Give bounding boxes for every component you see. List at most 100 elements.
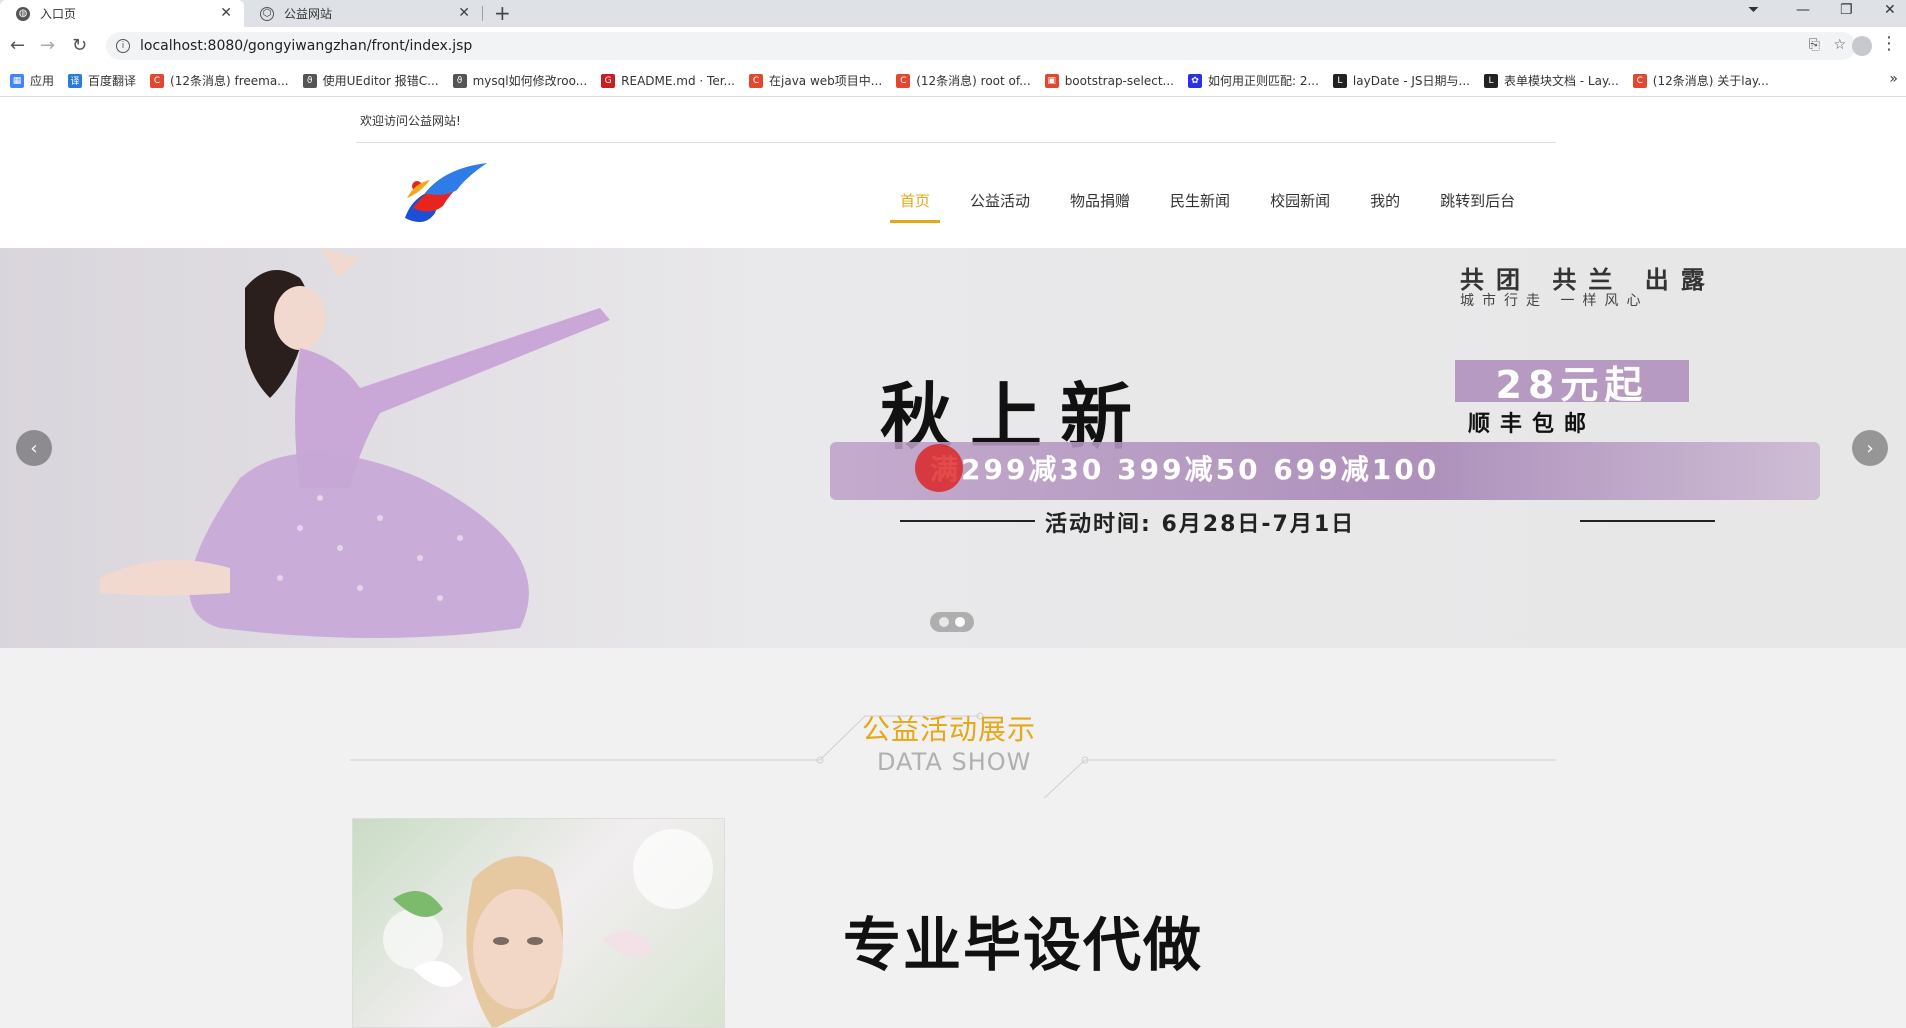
bookmark-label: 如何用正则匹配: 2... xyxy=(1207,74,1319,88)
tab-site[interactable]: ⬡ 公益网站 ✕ xyxy=(244,0,482,27)
activity-section: 公益活动展示 DATA SHOW 专业毕设代做 xyxy=(0,648,1906,1028)
bookmarks-overflow-icon[interactable]: » xyxy=(1889,71,1898,87)
page-content: 欢迎访问公益网站! 首页 公益活动 物品捐赠 民生新闻 校园新闻 我的 跳转到后台 共团 共… xyxy=(0,98,1906,1028)
star-icon[interactable]: ☆ xyxy=(1833,37,1846,53)
doc-icon: ▣ xyxy=(1044,73,1059,88)
site-logo[interactable] xyxy=(395,158,490,233)
banner-model-image xyxy=(100,248,610,638)
bookmark-item[interactable]: ϑ mysql如何修改roo... xyxy=(452,72,588,89)
browser-tabbar: ◍ 入口页 ✕ ⬡ 公益网站 ✕ + ⏷ — ❐ ✕ xyxy=(0,0,1906,27)
banner-shipping: 顺丰包邮 xyxy=(1468,412,1597,437)
leaf-icon: ϑ xyxy=(452,73,467,88)
activity-card-image[interactable] xyxy=(352,818,725,1028)
forward-icon[interactable]: → xyxy=(40,35,55,56)
bookmark-label: (12条消息) 关于lay... xyxy=(1652,74,1769,88)
bookmark-item[interactable]: C (12条消息) freema... xyxy=(150,72,289,89)
bookmark-label: bootstrap-select... xyxy=(1064,73,1174,88)
nav-item[interactable]: 跳转到后台 xyxy=(1440,190,1515,211)
banner-offer: 满299减30 399减50 699减100 xyxy=(930,453,1440,486)
bookmark-item[interactable]: G README.md · Ter... xyxy=(601,73,735,88)
csdn-icon: C xyxy=(749,73,763,88)
address-toolbar: ← → ↻ i localhost:8080/gongyiwangzhan/fr… xyxy=(0,27,1906,65)
carousel-prev-button[interactable]: ‹ xyxy=(16,430,52,466)
nav-item[interactable]: 民生新闻 xyxy=(1170,190,1230,211)
menu-icon[interactable]: ⋮ xyxy=(1880,33,1898,54)
close-icon[interactable]: ✕ xyxy=(458,5,470,21)
restore-icon[interactable]: ❐ xyxy=(1840,2,1853,18)
banner-time-line-right xyxy=(1580,520,1715,522)
close-window-icon[interactable]: ✕ xyxy=(1884,2,1896,18)
tab-search-icon[interactable]: ⏷ xyxy=(1748,2,1759,18)
profile-avatar[interactable] xyxy=(1852,36,1872,56)
bookmark-item[interactable]: L 表单模块文档 - Lay... xyxy=(1483,72,1619,89)
nav-item[interactable]: 校园新闻 xyxy=(1270,190,1330,211)
bookmark-item[interactable]: ϑ 使用UEditor 报错C... xyxy=(302,72,439,89)
bookmarks-bar: ▦ 应用译百度翻译 C (12条消息) freema... ϑ 使用UEditor 报错C… xyxy=(0,65,1906,97)
back-icon[interactable]: ← xyxy=(10,35,25,56)
section-subtitle: DATA SHOW xyxy=(877,748,1032,776)
bookmark-label: 表单模块文档 - Lay... xyxy=(1503,74,1619,88)
banner-carousel[interactable]: 共团 共兰 出露 城市行走 一样风心 秋上新 28元起 顺丰包邮 满299减30… xyxy=(0,248,1906,648)
reload-icon[interactable]: ↻ xyxy=(72,35,87,56)
info-icon[interactable]: i xyxy=(116,39,130,53)
tab-title: 入口页 xyxy=(40,7,77,21)
shield-icon: ⬡ xyxy=(260,6,274,21)
nav-item[interactable]: 我的 xyxy=(1370,190,1400,211)
layui-icon: L xyxy=(1483,73,1498,88)
nav-item[interactable]: 公益活动 xyxy=(970,190,1030,211)
bookmark-item[interactable]: ✿ 如何用正则匹配: 2... xyxy=(1187,72,1319,89)
baidu-icon: ✿ xyxy=(1187,73,1202,88)
translate-icon[interactable]: ⎘ xyxy=(1809,37,1820,53)
layui-icon: L xyxy=(1332,73,1347,88)
header-divider xyxy=(356,142,1556,143)
bookmark-label: README.md · Ter... xyxy=(621,73,735,88)
ad-text: 专业毕设代做 xyxy=(843,911,1204,979)
banner-time-line-left xyxy=(900,520,1035,522)
csdn-icon: C xyxy=(1632,73,1647,88)
bookmark-item[interactable]: C (12条消息) 关于lay... xyxy=(1632,72,1769,89)
tab-separator xyxy=(482,6,483,21)
bookmark-item[interactable]: ▦ 应用 xyxy=(10,72,54,89)
carousel-next-button[interactable]: › xyxy=(1852,430,1888,466)
cursor-highlight xyxy=(915,444,963,492)
banner-top-tags-sub: 城市行走 一样风心 xyxy=(1460,293,1649,309)
close-icon[interactable]: ✕ xyxy=(220,5,232,21)
bookmark-label: 在java web项目中... xyxy=(769,74,883,88)
section-title: 公益活动展示 xyxy=(862,713,1037,746)
carousel-indicators xyxy=(930,612,974,632)
carousel-dot-2[interactable] xyxy=(955,617,965,627)
apps-icon: ▦ xyxy=(10,73,24,88)
url-bar[interactable]: i localhost:8080/gongyiwangzhan/front/in… xyxy=(106,32,1856,60)
globe-icon: ◍ xyxy=(16,6,30,21)
bookmark-item[interactable]: ▣ bootstrap-select... xyxy=(1044,73,1174,88)
bookmark-label: layDate - JS日期与... xyxy=(1352,74,1470,88)
activity-photo xyxy=(383,829,713,1027)
bookmark-item[interactable]: C 在java web项目中... xyxy=(749,72,882,89)
csdn-icon: C xyxy=(150,73,165,88)
main-nav: 首页 公益活动 物品捐赠 民生新闻 校园新闻 我的 跳转到后台 xyxy=(889,190,1555,223)
gitee-icon: G xyxy=(601,73,616,88)
leaf-icon: ϑ xyxy=(302,73,317,88)
tab-title: 公益网站 xyxy=(284,7,333,21)
bookmark-label: mysql如何修改roo... xyxy=(472,74,588,88)
tab-entry[interactable]: ◍ 入口页 ✕ xyxy=(0,0,244,27)
bookmark-label: (12条消息) root of... xyxy=(916,74,1031,88)
banner-price: 28元起 xyxy=(1455,360,1689,407)
bookmark-label: (12条消息) freema... xyxy=(170,74,289,88)
bookmark-item[interactable]: LlayDate - JS日期与... xyxy=(1332,72,1470,89)
minimize-icon[interactable]: — xyxy=(1796,2,1810,18)
nav-item[interactable]: 首页 xyxy=(889,190,941,223)
banner-time: 活动时间: 6月28日-7月1日 xyxy=(1045,512,1356,537)
nav-item[interactable]: 物品捐赠 xyxy=(1070,190,1130,211)
url-text: localhost:8080/gongyiwangzhan/front/inde… xyxy=(140,38,473,54)
csdn-icon: C xyxy=(896,73,911,88)
translate-icon: 译 xyxy=(68,73,83,88)
bookmark-label: 使用UEditor 报错C... xyxy=(322,74,439,88)
bookmark-label: 应用 xyxy=(30,74,55,88)
welcome-text: 欢迎访问公益网站! xyxy=(360,114,461,128)
carousel-dot-1[interactable] xyxy=(939,617,949,627)
bookmark-label: 百度翻译 xyxy=(88,74,137,88)
bookmark-item[interactable]: 译百度翻译 xyxy=(68,72,136,89)
new-tab-icon[interactable]: + xyxy=(494,1,511,25)
bookmark-item[interactable]: C (12条消息) root of... xyxy=(896,72,1031,89)
